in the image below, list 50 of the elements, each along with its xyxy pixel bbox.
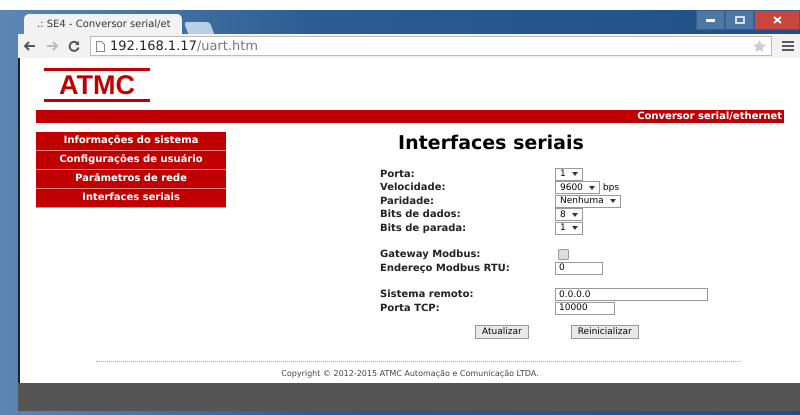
unit-label: bps (602, 182, 620, 193)
field-label: Velocidade: (380, 182, 446, 194)
checkbox[interactable] (558, 249, 569, 260)
input-field[interactable]: 0.0.0.0 (555, 288, 708, 302)
reload-icon[interactable] (68, 40, 80, 52)
logo: ATMC (44, 68, 150, 102)
minimize-button[interactable] (696, 10, 725, 30)
dropdown[interactable]: 8 (555, 208, 583, 222)
form-button[interactable]: Atualizar (475, 324, 529, 338)
new-tab-button[interactable] (184, 22, 214, 34)
dropdown[interactable]: 9600 (555, 181, 600, 194)
field-label: Bits de dados: (380, 209, 462, 220)
browser-tab[interactable]: .: SE4 - Conversor serial/et (24, 14, 182, 34)
close-button[interactable] (754, 10, 800, 30)
back-icon[interactable] (24, 41, 36, 51)
star-icon[interactable] (753, 40, 766, 52)
url-host: 192.168.1.17 (110, 38, 197, 54)
maximize-icon (734, 16, 744, 24)
maximize-button[interactable] (725, 10, 754, 30)
field-label: Sistema remoto: (380, 289, 474, 300)
minimize-icon (706, 18, 715, 22)
page-icon (96, 40, 105, 52)
input-field[interactable]: 10000 (555, 302, 615, 315)
copyright-text: Copyright © 2012-2015 ATMC Automação e Comunicação LTDA. (280, 368, 540, 378)
field-label: Gateway Modbus: (380, 249, 482, 260)
menu-item[interactable]: Informações do sistema (36, 132, 226, 151)
field-label: Endereço Modbus RTU: (380, 262, 511, 274)
menu-item[interactable]: Configurações de usuário (36, 151, 226, 170)
caret-icon (610, 199, 616, 204)
input-field[interactable]: 0 (555, 262, 603, 275)
close-icon (772, 16, 782, 24)
menu-icon[interactable] (782, 41, 794, 51)
caret-icon (572, 226, 578, 230)
caret-icon (572, 212, 578, 217)
header-banner: Conversor serial/ethernet (36, 110, 784, 123)
page-heading: Interfaces seriais (398, 132, 585, 154)
dropdown[interactable]: 1 (555, 168, 583, 181)
field-label: Porta TCP: (380, 302, 441, 314)
menu-item[interactable]: Interfaces seriais (36, 189, 226, 208)
form-button[interactable]: Reinicializar (570, 324, 639, 338)
url-path: /uart.htm (196, 38, 258, 54)
field-label: Porta: (380, 168, 416, 180)
caret-icon (588, 186, 595, 190)
field-label: Paridade: (380, 196, 436, 207)
dropdown[interactable]: Nenhuma (555, 194, 621, 208)
dropdown[interactable]: 1 (555, 222, 583, 235)
address-bar[interactable]: 192.168.1.17/uart.htm (90, 36, 772, 56)
menu-item[interactable]: Parâmetros de rede (36, 170, 226, 189)
caret-icon (572, 172, 578, 176)
field-label: Bits de parada: (380, 222, 468, 234)
